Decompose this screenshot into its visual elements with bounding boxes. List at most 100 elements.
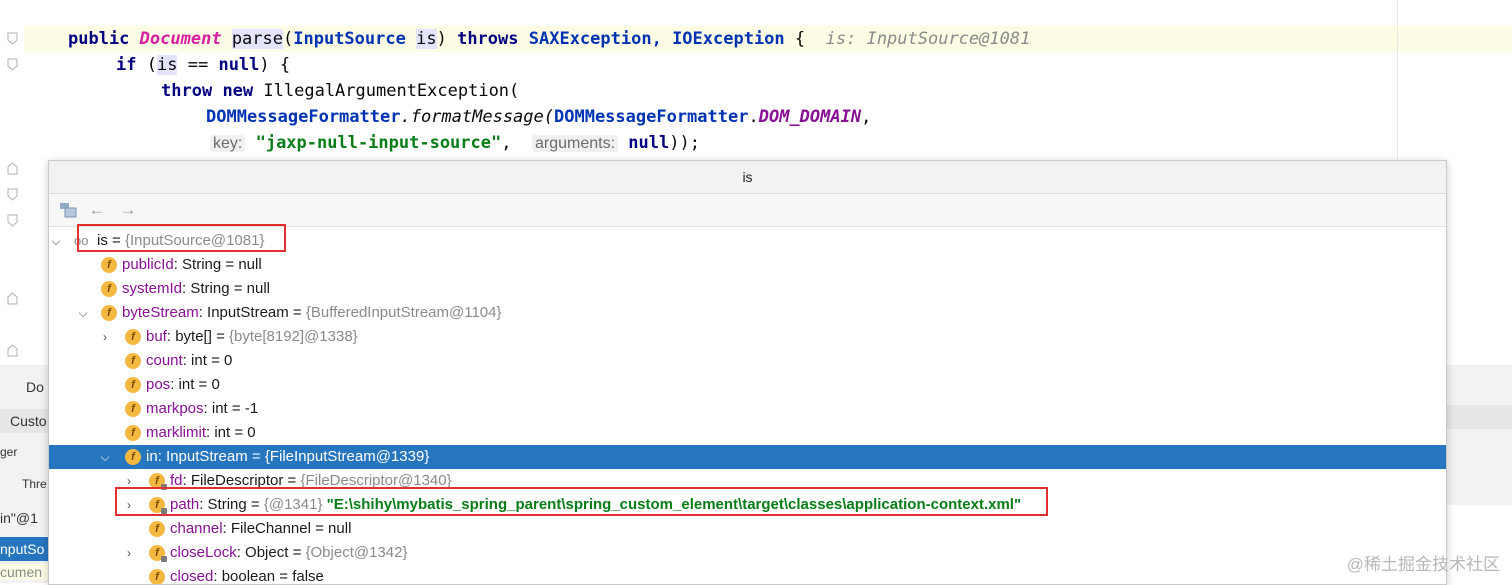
var-name: channel — [170, 520, 223, 537]
fold-marker-icon[interactable] — [6, 162, 19, 175]
tree-row-channel[interactable]: f channel: FileChannel = null — [49, 517, 1446, 541]
fold-marker-icon[interactable] — [6, 188, 19, 201]
var-value: false — [292, 568, 324, 585]
var-type: : InputStream — [198, 304, 289, 321]
var-name: systemId — [122, 280, 183, 297]
field-icon: f — [125, 377, 141, 393]
equals: = — [211, 352, 220, 369]
equals: = — [315, 520, 324, 537]
equals: = — [198, 376, 208, 393]
popup-toolbar: ← → — [49, 194, 1446, 227]
var-name: markpos — [146, 400, 204, 417]
type-name: DOMMessageFormatter — [554, 107, 749, 127]
var-name: closeLock — [170, 544, 237, 561]
var-label: byteStream: InputStream = {BufferedInput… — [122, 301, 502, 325]
var-name: byteStream — [122, 304, 199, 321]
equals: = — [233, 280, 243, 297]
punct: ( — [146, 55, 157, 75]
forward-icon[interactable]: → — [118, 200, 138, 220]
chevron-down-icon[interactable]: ⌵ — [76, 301, 90, 325]
punct: { — [794, 29, 806, 49]
var-type: : String — [173, 256, 222, 273]
var-name: count — [146, 352, 183, 369]
equals: = — [251, 448, 261, 465]
chevron-right-icon[interactable]: › — [122, 541, 136, 565]
var-value: 0 — [224, 352, 233, 369]
annotation-box-is — [77, 224, 286, 252]
var-label: in: InputStream = {FileInputStream@1339} — [146, 445, 429, 469]
var-value: {FileInputStream@1339} — [264, 448, 430, 465]
tree-row-systemid[interactable]: f systemId: String = null — [49, 277, 1446, 301]
method-name: .formatMessage( — [400, 107, 554, 127]
punct: ) { — [259, 55, 291, 75]
var-type: : InputStream — [157, 448, 248, 465]
code-editor[interactable]: public Document parse(InputSource is) th… — [0, 0, 1512, 160]
var-type: : String — [182, 280, 230, 297]
equals: = — [231, 400, 241, 417]
var-type: : FileChannel — [222, 520, 311, 537]
chevron-right-icon[interactable]: › — [98, 325, 112, 349]
param-hint: key: — [210, 135, 246, 152]
type-name: DOMMessageFormatter — [206, 107, 401, 127]
code-line-1: public Document parse(InputSource is) th… — [68, 26, 1030, 52]
tree-row-publicid[interactable]: f publicId: String = null — [49, 253, 1446, 277]
type-name: InputSource — [293, 29, 406, 49]
punct: ) — [436, 29, 447, 49]
field-icon: f — [101, 257, 117, 273]
fold-marker-icon[interactable] — [6, 58, 19, 71]
fold-marker-icon[interactable] — [6, 214, 19, 227]
var-value: {Object@1342} — [305, 544, 408, 561]
var-value: null — [328, 520, 352, 537]
var-name: closed — [170, 568, 214, 585]
var-label: closeLock: Object = {Object@1342} — [170, 541, 407, 565]
var-type: : int — [170, 376, 195, 393]
equals: = — [234, 424, 244, 441]
equals: = — [292, 304, 302, 321]
string-literal: "jaxp-null-input-source" — [255, 133, 502, 153]
fold-marker-icon[interactable] — [6, 32, 19, 45]
right-margin-guide — [1397, 0, 1398, 160]
var-type: : int — [206, 424, 231, 441]
punct: ( — [283, 29, 294, 49]
fold-marker-icon[interactable] — [6, 292, 19, 305]
tree-row-closelock[interactable]: › f closeLock: Object = {Object@1342} — [49, 541, 1446, 565]
method-name: parse — [231, 29, 283, 49]
equals: = — [225, 256, 235, 273]
field-icon: f — [125, 353, 141, 369]
bg-tab-label[interactable]: ger — [0, 445, 48, 459]
tree-row-pos[interactable]: f pos: int = 0 — [49, 373, 1446, 397]
tree-row-in-selected[interactable]: ⌵ f in: InputStream = {FileInputStream@1… — [49, 445, 1446, 469]
var-label: count: int = 0 — [146, 349, 232, 373]
var-type: : int — [203, 400, 228, 417]
back-icon[interactable]: ← — [87, 200, 107, 220]
tree-row-bytestream[interactable]: ⌵ f byteStream: InputStream = {BufferedI… — [49, 301, 1446, 325]
equals: = — [216, 328, 225, 345]
var-value: 0 — [247, 424, 256, 441]
tree-row-marklimit[interactable]: f marklimit: int = 0 — [49, 421, 1446, 445]
field-icon: f — [101, 305, 117, 321]
tree-row-count[interactable]: f count: int = 0 — [49, 349, 1446, 373]
tree-row-closed[interactable]: f closed: boolean = false — [49, 565, 1446, 585]
keyword: throws — [457, 29, 519, 49]
code-line-5: key: "jaxp-null-input-source", arguments… — [210, 130, 700, 157]
layout-icon[interactable] — [59, 202, 77, 218]
var-value: {BufferedInputStream@1104} — [305, 304, 502, 321]
chevron-down-icon[interactable]: ⌵ — [49, 229, 63, 253]
bg-frame-label[interactable]: in"@1 — [0, 510, 48, 526]
chevron-down-icon[interactable]: ⌵ — [98, 445, 112, 469]
bg-frame-label-selected[interactable]: nputSo — [0, 537, 48, 561]
tree-row-markpos[interactable]: f markpos: int = -1 — [49, 397, 1446, 421]
field-icon: f — [125, 329, 141, 345]
field-icon: f — [125, 449, 141, 465]
fold-marker-icon[interactable] — [6, 344, 19, 357]
popup-title[interactable]: is — [49, 161, 1446, 194]
equals: = — [279, 568, 289, 585]
tree-row-buf[interactable]: › f buf: byte[] = {byte[8192]@1338} — [49, 325, 1446, 349]
keyword: new — [222, 81, 254, 101]
var-label: channel: FileChannel = null — [170, 517, 351, 541]
annotation-box-path — [115, 487, 1048, 516]
var-value: null — [238, 256, 262, 273]
bg-frame-label[interactable]: cumen — [0, 564, 48, 580]
var-label: pos: int = 0 — [146, 373, 220, 397]
keyword: throw — [161, 81, 213, 101]
